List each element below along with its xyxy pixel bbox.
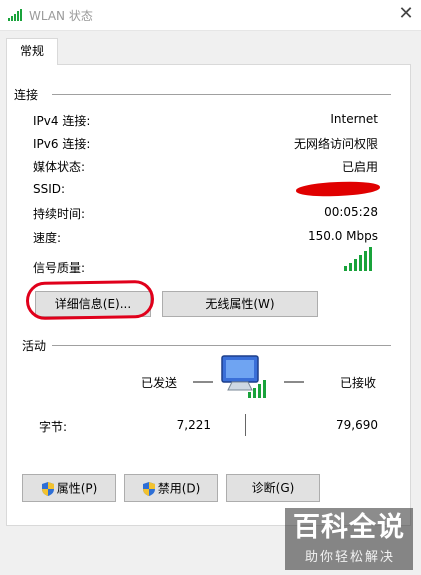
- received-dash: [284, 381, 304, 383]
- window-title: WLAN 状态: [29, 9, 93, 23]
- media-state-label: 媒体状态:: [33, 160, 86, 174]
- received-label: 已接收: [340, 376, 377, 390]
- duration-value: 00:05:28: [324, 205, 378, 219]
- ipv4-value: Internet: [330, 112, 378, 126]
- wifi-signal-icon: [8, 9, 22, 21]
- signal-quality-label: 信号质量:: [33, 261, 86, 275]
- bytes-label: 字节:: [39, 420, 68, 434]
- watermark-subtitle: 助你轻松解决: [305, 550, 396, 565]
- details-button[interactable]: 详细信息(E)...: [35, 291, 151, 317]
- activity-divider: [52, 345, 391, 346]
- media-state-value: 已启用: [341, 160, 378, 174]
- properties-label: 属性(P): [56, 481, 98, 496]
- ssid-label: SSID:: [33, 182, 66, 196]
- speed-value: 150.0 Mbps: [307, 229, 378, 243]
- bytes-sent-value: 7,221: [176, 418, 211, 432]
- disable-button[interactable]: 禁用(D): [124, 474, 218, 502]
- properties-button[interactable]: 属性(P): [22, 474, 116, 502]
- tab-general[interactable]: 常规: [6, 38, 58, 65]
- bytes-received-value: 79,690: [336, 418, 378, 432]
- close-button[interactable]: ✕: [391, 0, 421, 30]
- connection-heading: 连接: [14, 88, 39, 102]
- wireless-properties-button[interactable]: 无线属性(W): [162, 291, 318, 317]
- watermark-logo: 百科全说 助你轻松解决: [285, 508, 413, 570]
- signal-bars-icon: [344, 247, 376, 271]
- bytes-separator: [245, 414, 246, 436]
- watermark-title: 百科全说: [293, 512, 405, 543]
- connection-divider: [52, 94, 391, 95]
- duration-label: 持续时间:: [33, 207, 86, 221]
- network-computer-icon: [221, 355, 266, 398]
- speed-label: 速度:: [33, 231, 62, 245]
- diagnose-button[interactable]: 诊断(G): [226, 474, 320, 502]
- uac-shield-icon: [41, 481, 54, 496]
- sent-dash: [193, 381, 213, 383]
- sent-label: 已发送: [141, 376, 178, 390]
- ipv4-label: IPv4 连接:: [33, 114, 91, 128]
- uac-shield-icon: [142, 481, 155, 496]
- ipv6-value: 无网络访问权限: [293, 137, 378, 151]
- disable-label: 禁用(D): [157, 481, 201, 496]
- close-icon: ✕: [398, 3, 414, 24]
- activity-heading: 活动: [22, 339, 47, 353]
- ipv6-label: IPv6 连接:: [33, 137, 91, 151]
- title-bar: WLAN 状态 ✕: [0, 0, 421, 31]
